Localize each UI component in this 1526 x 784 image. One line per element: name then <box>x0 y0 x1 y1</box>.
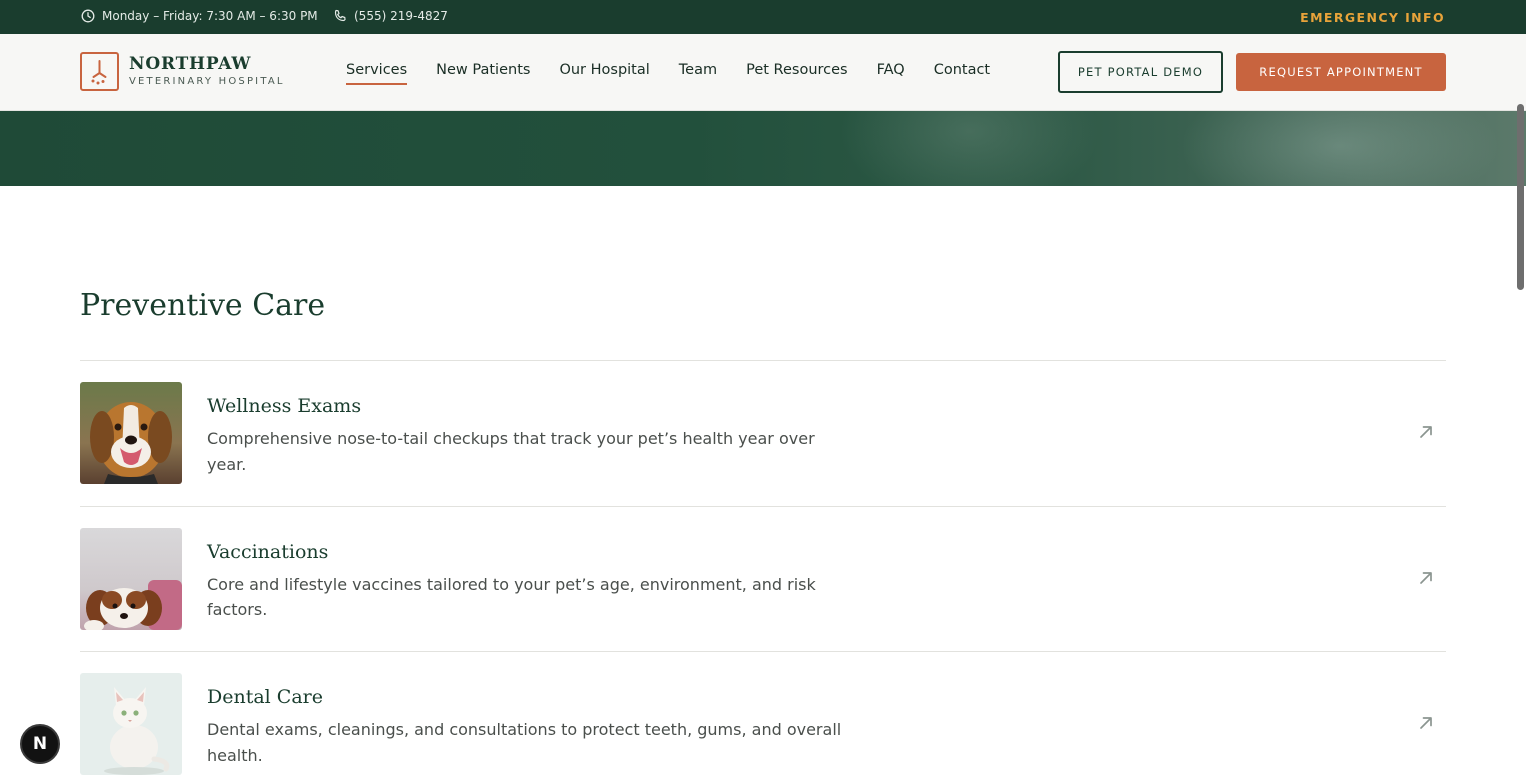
pet-portal-demo-button[interactable]: PET PORTAL DEMO <box>1058 51 1223 93</box>
hours-text: Monday – Friday: 7:30 AM – 6:30 PM <box>102 9 318 23</box>
service-list: Wellness Exams Comprehensive nose-to-tai… <box>80 360 1446 784</box>
nav-pet-resources[interactable]: Pet Resources <box>746 62 848 85</box>
northpaw-logo-icon <box>80 52 119 91</box>
arrow-up-right-icon[interactable] <box>1418 570 1434 590</box>
service-description: Dental exams, cleanings, and consultatio… <box>207 720 842 765</box>
main-nav: Services New Patients Our Hospital Team … <box>346 62 1019 85</box>
nav-team[interactable]: Team <box>679 62 717 85</box>
white-cat-photo <box>80 673 182 775</box>
phone-icon <box>333 9 347 23</box>
nav-services[interactable]: Services <box>346 62 408 85</box>
service-description: Comprehensive nose-to-tail checkups that… <box>207 429 815 474</box>
brand-tagline: VETERINARY HOSPITAL <box>129 76 285 87</box>
service-title[interactable]: Vaccinations <box>207 541 328 563</box>
service-item-vaccinations[interactable]: Vaccinations Core and lifestyle vaccines… <box>80 507 1446 652</box>
phone-info[interactable]: (555) 219-4827 <box>333 9 448 23</box>
brand-name: NORTHPAW <box>129 54 252 74</box>
arrow-up-right-icon[interactable] <box>1418 715 1434 735</box>
nav-our-hospital[interactable]: Our Hospital <box>559 62 649 85</box>
top-info-bar: Monday – Friday: 7:30 AM – 6:30 PM (555)… <box>0 0 1526 34</box>
nav-contact[interactable]: Contact <box>934 62 990 85</box>
clock-icon <box>81 9 95 23</box>
hours-info: Monday – Friday: 7:30 AM – 6:30 PM <box>81 9 318 23</box>
beagle-photo <box>80 382 182 484</box>
request-appointment-button[interactable]: REQUEST APPOINTMENT <box>1236 53 1446 91</box>
nav-new-patients[interactable]: New Patients <box>436 62 530 85</box>
site-header: NORTHPAW VETERINARY HOSPITAL Services Ne… <box>0 34 1526 111</box>
scrollbar-thumb[interactable] <box>1517 104 1524 290</box>
puppy-photo <box>80 527 182 630</box>
service-item-wellness-exams[interactable]: Wellness Exams Comprehensive nose-to-tai… <box>80 361 1446 507</box>
logo[interactable]: NORTHPAW VETERINARY HOSPITAL <box>80 52 285 91</box>
nav-faq[interactable]: FAQ <box>877 62 905 85</box>
hero-background-shape <box>1180 111 1500 186</box>
hero-banner <box>0 111 1526 186</box>
service-description: Core and lifestyle vaccines tailored to … <box>207 574 816 620</box>
service-title[interactable]: Wellness Exams <box>207 395 361 417</box>
hero-background-shape <box>840 111 1100 186</box>
phone-text[interactable]: (555) 219-4827 <box>354 9 448 23</box>
dev-tools-badge[interactable]: N <box>20 724 60 764</box>
service-title[interactable]: Dental Care <box>207 686 323 708</box>
arrow-up-right-icon[interactable] <box>1418 424 1434 444</box>
section-title: Preventive Care <box>80 288 326 323</box>
service-item-dental-care[interactable]: Dental Care Dental exams, cleanings, and… <box>80 652 1446 784</box>
emergency-info-link[interactable]: EMERGENCY INFO <box>1300 10 1445 25</box>
